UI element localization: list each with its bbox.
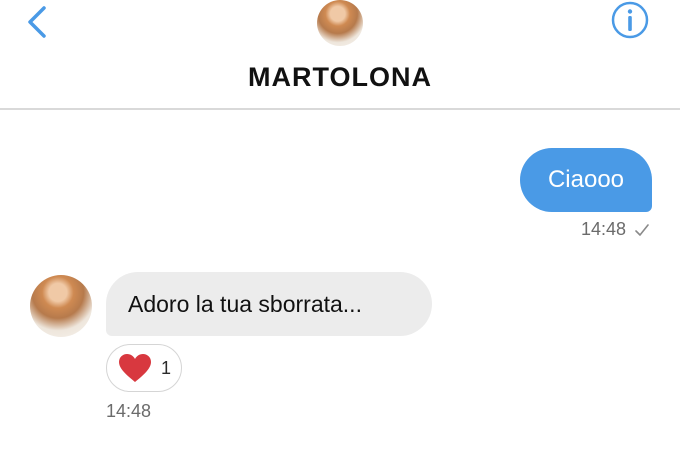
info-circle-icon [611, 1, 649, 39]
incoming-message-bubble[interactable]: Adoro la tua sborrata... [106, 272, 432, 336]
check-icon [635, 223, 649, 236]
outgoing-message-bubble[interactable]: Ciaooo [520, 148, 652, 212]
back-button[interactable] [22, 4, 52, 40]
outgoing-message-text: Ciaooo [547, 166, 625, 193]
chat-header: MARTOLONA [0, 0, 680, 110]
reaction-count: 1 [161, 357, 172, 378]
reaction-badge[interactable]: 1 [106, 344, 182, 392]
info-button[interactable] [610, 0, 650, 40]
contact-avatar[interactable] [317, 0, 363, 46]
incoming-message-text: Adoro la tua sborrata... [128, 290, 362, 317]
chevron-left-icon [28, 6, 46, 38]
contact-name[interactable]: MARTOLONA [0, 62, 680, 93]
outgoing-message-time: 14:48 [580, 219, 626, 239]
incoming-message-time: 14:48 [106, 401, 152, 421]
outgoing-message-meta: 14:48 [581, 219, 650, 240]
sender-avatar[interactable] [30, 275, 92, 337]
heart-icon [119, 354, 151, 382]
